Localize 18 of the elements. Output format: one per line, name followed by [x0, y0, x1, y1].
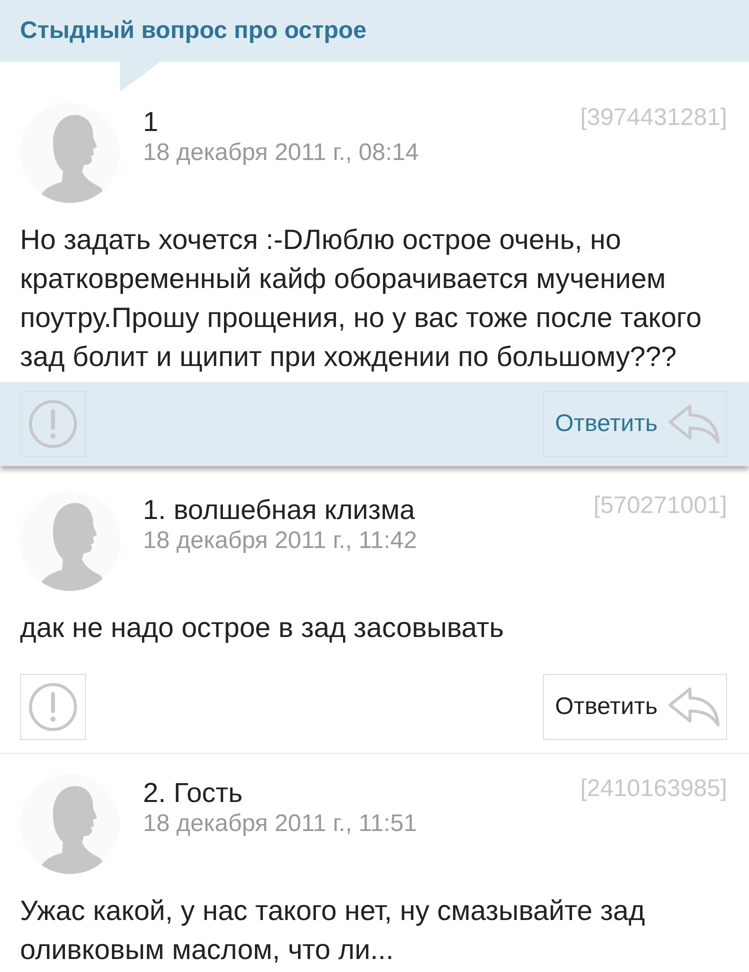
- post-text: дак не надо острое в зад засовывать: [19, 611, 505, 645]
- post-date: 18 декабря 2011 г., 11:51: [143, 809, 418, 839]
- alert-button[interactable]: [20, 391, 86, 457]
- topic-title: Стыдный вопрос про острое: [20, 17, 366, 45]
- reply-button[interactable]: Ответить: [543, 391, 727, 457]
- post-text: Ужас какой, у нас такого нет, ну смазывайте зад оливковым маслом, что ли...: [19, 894, 646, 967]
- author-name: 2. Гость: [143, 777, 244, 809]
- author-name: 1. волшебная клизма: [143, 494, 416, 526]
- alert-button[interactable]: [20, 674, 86, 740]
- post-text: Но задать хочется :-DЛюблю острое очень, но кратковременный кайф оборачивается мучением поутру.Прошу прощения, но у вас тоже после такого зад болит и щипит при хождении по большому???: [19, 223, 703, 374]
- post-date: 18 декабря 2011 г., 11:42: [143, 526, 418, 556]
- exclamation-icon: [29, 400, 77, 448]
- reply-button[interactable]: Ответить: [543, 674, 727, 740]
- author-name: 1: [143, 106, 160, 138]
- reply-arrow-icon: [668, 404, 720, 444]
- reply-arrow-icon: [668, 687, 720, 727]
- exclamation-icon: [29, 683, 77, 731]
- post-date: 18 декабря 2011 г., 08:14: [143, 138, 420, 168]
